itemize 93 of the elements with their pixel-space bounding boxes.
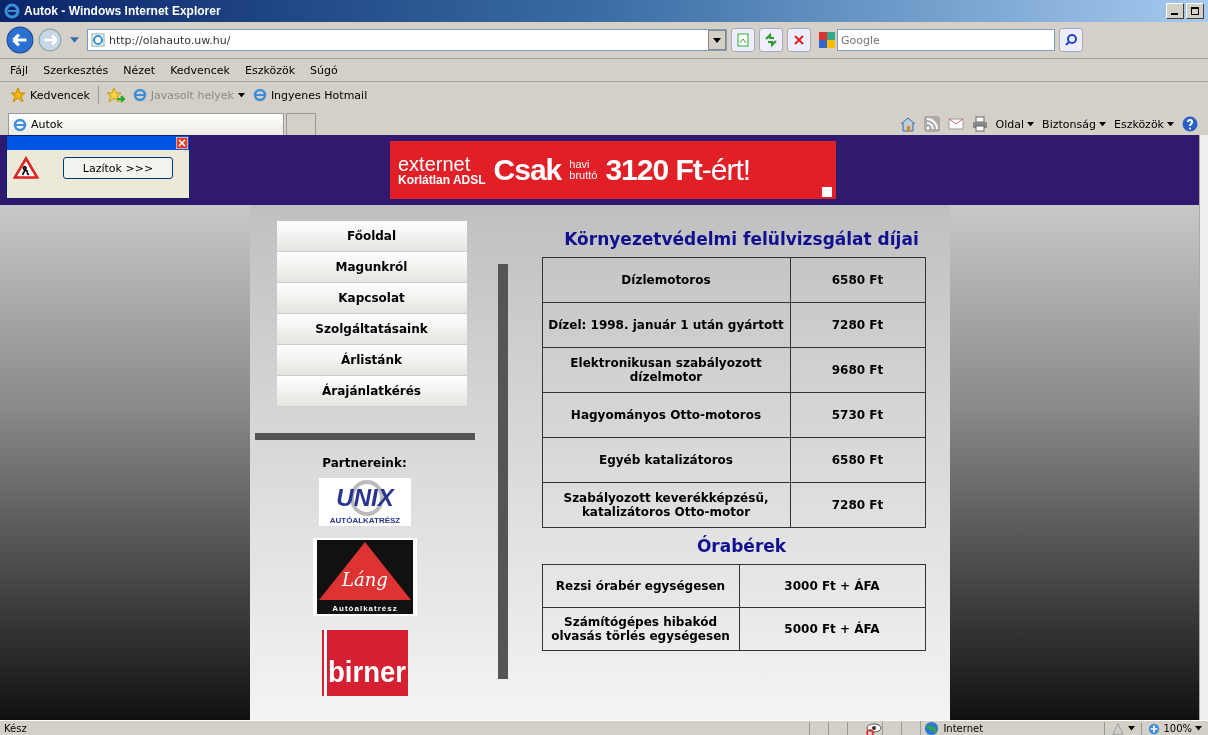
ad-text: havi (569, 159, 591, 170)
table-cell: 6580 Ft (790, 257, 925, 303)
command-menu[interactable]: Oldal (995, 117, 1035, 131)
status-text: Kész (4, 723, 27, 734)
nav-link[interactable]: Árlistánk (276, 345, 467, 376)
page-icon (736, 33, 750, 47)
ad-tagline: Korlátlan ADSL (398, 174, 486, 186)
partners-heading: Partnereink: (322, 456, 407, 470)
roadwork-sign-icon (13, 156, 39, 180)
menu-item[interactable]: Súgó (310, 63, 338, 77)
table-cell: Rezsi órabér egységesen (542, 564, 739, 608)
search-button[interactable] (1059, 28, 1083, 52)
caret-icon (1128, 726, 1136, 731)
table-cell: Szabályozott keverékképzésű, katalizátoros Otto-motor (542, 482, 790, 528)
browser-logo-icon (13, 117, 27, 132)
nav-link[interactable]: Árajánlatkérés (276, 376, 467, 407)
nav-link[interactable]: Magunkról (276, 252, 467, 283)
globe-icon (924, 721, 940, 735)
print-icon[interactable] (971, 116, 988, 132)
refresh-button[interactable] (759, 28, 783, 52)
stop-button[interactable] (787, 28, 811, 52)
table-cell: 9680 Ft (790, 347, 925, 393)
close-icon[interactable] (176, 137, 188, 149)
search-provider-icon[interactable] (819, 32, 835, 48)
caret-icon (1027, 121, 1035, 127)
partner-logo[interactable]: birner (321, 630, 408, 696)
window-title: Autok - Windows Internet Explorer (24, 4, 221, 18)
browser-logo-icon (4, 3, 20, 19)
caret-icon (237, 92, 245, 98)
table-cell: Dízlemotoros (542, 257, 790, 303)
privacy-eye-icon (866, 720, 883, 735)
table-cell: Elektronikusan szabályozott dízelmotor (542, 347, 790, 393)
feed-icon[interactable] (923, 116, 940, 132)
close-icon (792, 33, 806, 47)
caret-icon (1195, 726, 1202, 731)
caret-icon (1098, 121, 1106, 127)
security-zone[interactable]: Internet (920, 721, 1105, 735)
table-cell: 5730 Ft (790, 392, 925, 438)
browser-tab[interactable]: Autok (8, 113, 284, 135)
caret-icon[interactable] (70, 37, 79, 43)
browser-logo-icon (132, 88, 147, 102)
restore-button[interactable] (1186, 3, 1204, 19)
zoom-control[interactable]: 100% (1141, 722, 1208, 735)
menu-item[interactable]: Fájl (10, 63, 29, 77)
star-icon (10, 87, 26, 103)
mail-icon[interactable] (947, 116, 964, 132)
table-cell: Hagyományos Otto-motoros (542, 392, 790, 438)
scrollbar[interactable] (1199, 135, 1208, 720)
popup-button[interactable]: Lazítok >>> (63, 157, 173, 179)
back-button[interactable] (6, 26, 34, 54)
ad-text: bruttó (569, 170, 598, 181)
table-cell: Egyéb katalizátoros (542, 437, 790, 483)
zoom-icon (1148, 722, 1161, 735)
caret-icon (1167, 121, 1174, 127)
caret-icon (713, 37, 721, 43)
partner-logo[interactable]: UNIX AUTÓALKATRÉSZ (318, 478, 411, 526)
favorites-link[interactable]: Ingyenes Hotmail (252, 88, 368, 102)
menu-item[interactable]: Kedvencek (170, 63, 230, 77)
page-icon (91, 33, 105, 47)
home-icon[interactable] (899, 116, 916, 132)
ad-text: Csak (493, 153, 562, 187)
dropdown-button[interactable] (708, 30, 726, 50)
nav-link[interactable]: Főoldal (276, 221, 467, 252)
partner-logo[interactable]: Láng Autóalkatrész (312, 538, 417, 616)
command-menu[interactable]: Eszközök (1113, 117, 1174, 131)
help-icon[interactable] (1182, 116, 1198, 132)
menu-item[interactable]: Eszközök (245, 63, 296, 77)
compatibility-button[interactable] (731, 28, 755, 52)
table-cell: 5000 Ft + ÁFA (739, 607, 925, 651)
nav-link[interactable]: Kapcsolat (276, 283, 467, 314)
table-cell: Dízel: 1998. január 1 után gyártott (542, 302, 790, 348)
address-field[interactable]: http://olahauto.uw.hu/ (87, 29, 727, 51)
search-icon (1064, 33, 1078, 47)
table-cell: 7280 Ft (790, 482, 925, 528)
section-heading: Órabérek (695, 534, 787, 558)
section-heading: Környezetvédelmi felülvizsgálat díjai (563, 228, 919, 251)
nav-link[interactable]: Szolgáltatásaink (276, 314, 467, 345)
add-favorite-icon[interactable] (106, 87, 125, 103)
ad-price: 3120 Ft-ért! (605, 153, 751, 187)
search-field[interactable]: Google (837, 29, 1055, 51)
table-cell: 3000 Ft + ÁFA (739, 564, 925, 608)
menu-item[interactable]: Szerkesztés (43, 63, 109, 77)
menu-item[interactable]: Nézet (123, 63, 156, 77)
browser-logo-icon (252, 88, 267, 102)
command-menu[interactable]: Biztonság (1042, 117, 1106, 131)
table-cell: 6580 Ft (790, 437, 925, 483)
refresh-icon (764, 33, 778, 47)
ad-brand: externet (398, 154, 472, 174)
favorites-button[interactable]: Kedvencek (10, 87, 90, 103)
table-cell: Számítógépes hibakód olvasás törlés egységesen (542, 607, 739, 651)
table-cell: 7280 Ft (790, 302, 925, 348)
forward-button[interactable] (38, 28, 62, 52)
minimize-button[interactable] (1166, 3, 1184, 19)
